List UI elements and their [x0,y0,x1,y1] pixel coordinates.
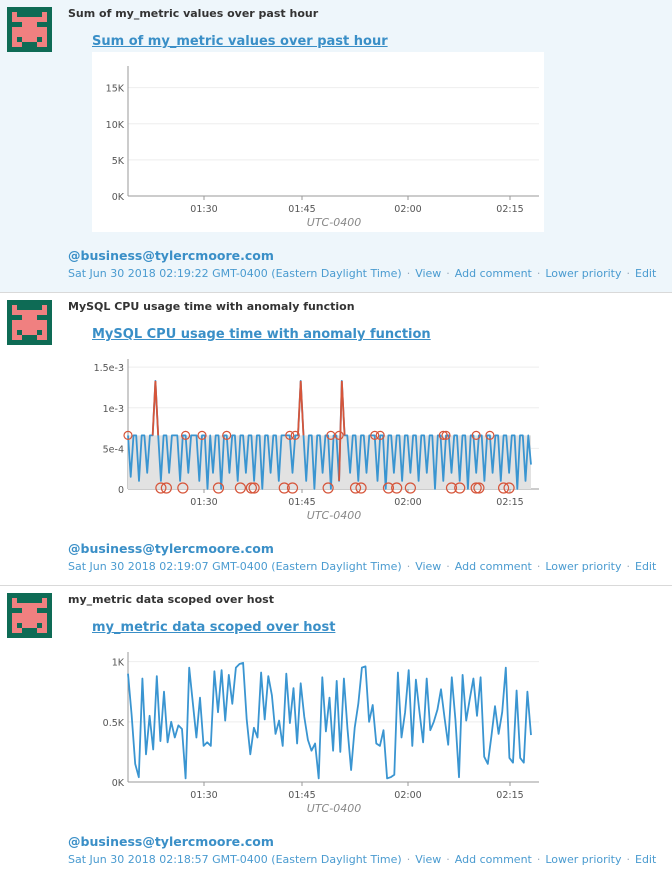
timestamp: Sat Jun 30 2018 02:19:07 GMT-0400 (Easte… [68,560,402,573]
add-comment-link[interactable]: Add comment [455,560,532,573]
y-tick-label: 5e-4 [103,444,124,455]
author-link[interactable]: @business@tylercmoore.com [68,541,274,556]
edit-link[interactable]: Edit [635,267,656,280]
metric-chart: 0K 0.5K 1K 01:30 01:45 02:00 02:15 UTC-0400 [92,638,544,818]
y-tick-label: 1e-3 [103,404,124,415]
x-tick-label: 01:45 [288,497,315,508]
edit-link[interactable]: Edit [635,853,656,866]
metric-chart: 0K 5K 10K 15K 01:30 01:45 02:00 02:15 UTC-0400 [92,52,544,232]
x-tick-label: 02:00 [394,204,421,215]
view-link[interactable]: View [415,560,441,573]
x-tick-label: 01:45 [288,204,315,215]
x-axis-label: UTC-0400 [307,216,361,229]
y-tick-label: 1K [112,658,125,669]
graph-title-link[interactable]: my_metric data scoped over host [92,620,335,635]
x-tick-label: 01:30 [190,790,217,801]
lower-priority-link[interactable]: Lower priority [545,267,621,280]
avatar-icon [7,593,52,638]
event-item: MySQL CPU usage time with anomaly functi… [0,293,672,586]
x-tick-label: 02:15 [496,790,523,801]
add-comment-link[interactable]: Add comment [455,853,532,866]
y-tick-label: 10K [106,120,125,131]
x-tick-label: 02:00 [394,790,421,801]
x-tick-label: 01:45 [288,790,315,801]
y-tick-label: 15K [106,84,125,95]
x-tick-label: 02:15 [496,204,523,215]
y-tick-label: 1.5e-3 [94,363,124,374]
metric-chart: 0 5e-4 1e-3 1.5e-3 01:30 01:45 02:00 02:15 UTC-0… [92,345,544,525]
x-tick-label: 01:30 [190,204,217,215]
x-axis-label: UTC-0400 [307,802,361,815]
graph-title-link[interactable]: Sum of my_metric values over past hour [92,34,388,49]
y-tick-label: 0.5K [103,718,125,729]
event-meta: Sat Jun 30 2018 02:19:22 GMT-0400 (Easte… [68,267,657,280]
author-link[interactable]: @business@tylercmoore.com [68,834,274,849]
view-link[interactable]: View [415,267,441,280]
x-axis-label: UTC-0400 [307,509,361,522]
y-tick-label: 5K [112,156,125,167]
event-meta: Sat Jun 30 2018 02:19:07 GMT-0400 (Easte… [68,560,657,573]
y-tick-label: 0K [112,778,125,789]
view-link[interactable]: View [415,853,441,866]
timestamp: Sat Jun 30 2018 02:19:22 GMT-0400 (Easte… [68,267,402,280]
x-tick-label: 02:00 [394,497,421,508]
x-tick-label: 01:30 [190,497,217,508]
series-line [127,661,532,780]
event-title: my_metric data scoped over host [68,593,274,606]
timestamp: Sat Jun 30 2018 02:18:57 GMT-0400 (Easte… [68,853,402,866]
event-title: Sum of my_metric values over past hour [68,7,319,20]
event-title: MySQL CPU usage time with anomaly functi… [68,300,355,313]
y-tick-label: 0K [112,192,125,203]
graph-title-link[interactable]: MySQL CPU usage time with anomaly functi… [92,327,431,342]
avatar-icon [7,300,52,345]
add-comment-link[interactable]: Add comment [455,267,532,280]
x-tick-label: 02:15 [496,497,523,508]
author-link[interactable]: @business@tylercmoore.com [68,248,274,263]
event-item: my_metric data scoped over host my_metri… [0,586,672,878]
avatar-icon [7,7,52,52]
event-item: Sum of my_metric values over past hour S… [0,0,672,293]
event-meta: Sat Jun 30 2018 02:18:57 GMT-0400 (Easte… [68,853,657,866]
y-tick-label: 0 [118,485,124,496]
lower-priority-link[interactable]: Lower priority [545,853,621,866]
edit-link[interactable]: Edit [635,560,656,573]
lower-priority-link[interactable]: Lower priority [545,560,621,573]
